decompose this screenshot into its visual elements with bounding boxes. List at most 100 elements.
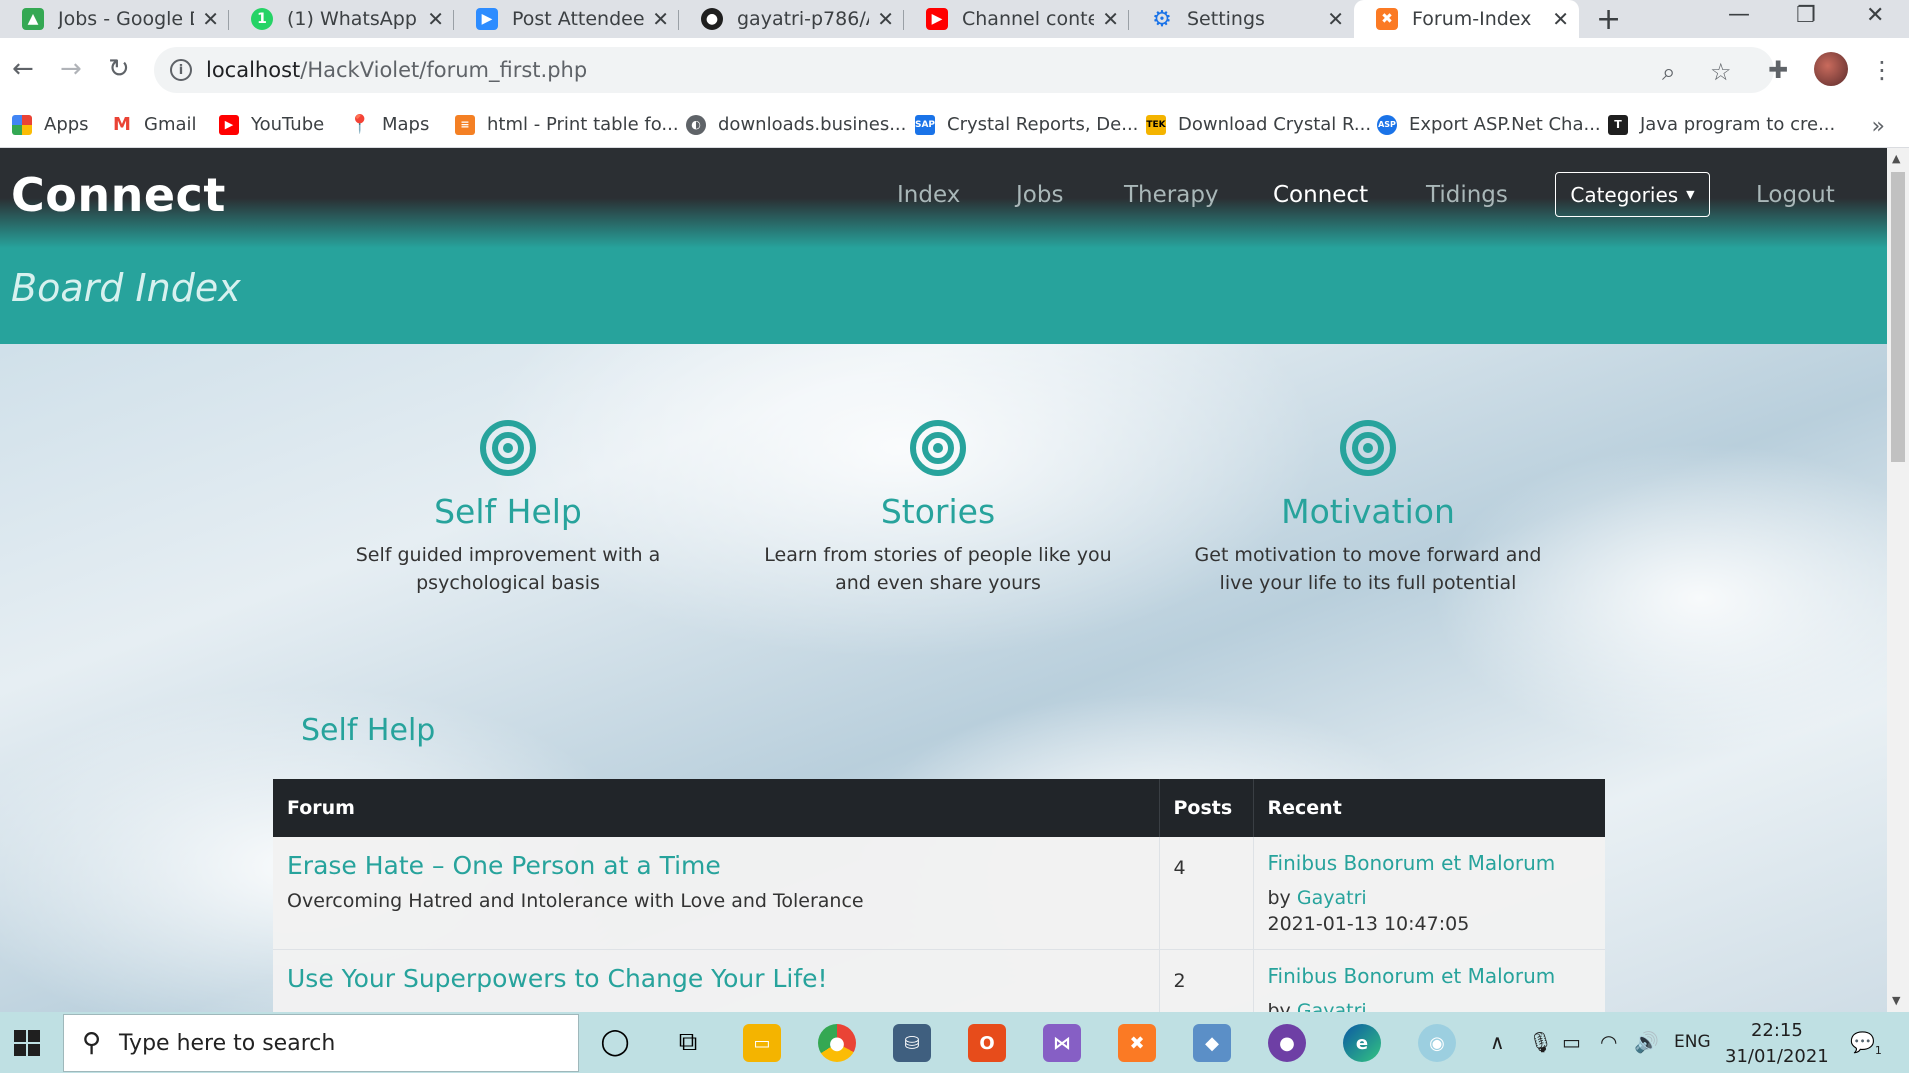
page-scrollbar[interactable]: ▲ ▼ (1887, 148, 1909, 1012)
new-tab-button[interactable]: + (1596, 2, 1621, 37)
recent-author-link[interactable]: Gayatri (1297, 1000, 1367, 1012)
taskbar-search-box[interactable]: ⚲ Type here to search (63, 1014, 579, 1072)
microphone-icon[interactable]: 🎙 (1528, 1030, 1553, 1054)
github-icon: ● (701, 8, 723, 30)
recent-post-link[interactable]: Finibus Bonorum et Malorum (1268, 851, 1592, 875)
bookmark-export-aspnet[interactable]: ASP Export ASP.Net Cha... (1377, 114, 1601, 135)
stackoverflow-icon: ≡ (455, 114, 475, 135)
nav-logout[interactable]: Logout (1756, 182, 1835, 208)
nav-jobs[interactable]: Jobs (1016, 182, 1063, 208)
show-hidden-icons-icon[interactable]: ∧ (1490, 1030, 1505, 1054)
tab-settings[interactable]: ⚙ Settings ✕ (1129, 0, 1354, 38)
back-arrow-icon[interactable]: ← (12, 54, 34, 84)
forum-title-link[interactable]: Use Your Superpowers to Change Your Life… (287, 964, 1145, 993)
reload-icon[interactable]: ↻ (108, 54, 130, 84)
close-icon[interactable]: ✕ (427, 7, 444, 31)
close-window-icon[interactable]: ✕ (1866, 3, 1884, 28)
bookmark-downloads-business[interactable]: ◐ downloads.busines... (686, 114, 906, 135)
close-icon[interactable]: ✕ (1102, 7, 1119, 31)
post-count: 2 (1173, 970, 1186, 992)
cortana-app-icon[interactable]: ◉ (1418, 1024, 1456, 1062)
recent-post-link[interactable]: Finibus Bonorum et Malorum (1268, 964, 1592, 988)
maps-icon: 📍 (348, 114, 372, 135)
tab-github[interactable]: ● gayatri-p786/As ✕ (679, 0, 904, 38)
nav-tidings[interactable]: Tidings (1426, 182, 1508, 208)
tab-whatsapp[interactable]: 1 (1) WhatsApp ✕ (229, 0, 454, 38)
bookmark-download-crystal[interactable]: TEK Download Crystal R... (1146, 114, 1371, 135)
tab-forum-index[interactable]: ✖ Forum-Index ✕ (1354, 0, 1579, 38)
volume-icon[interactable]: 🔊 (1634, 1030, 1659, 1054)
table-row: Use Your Superpowers to Change Your Life… (273, 949, 1605, 1012)
feature-self-help: Self Help Self guided improvement with a… (318, 420, 698, 597)
tab-post-attendee[interactable]: ▶ Post Attendee - ✕ (454, 0, 679, 38)
file-explorer-icon[interactable]: ▭ (743, 1024, 781, 1062)
info-icon[interactable]: i (170, 59, 192, 81)
mysql-workbench-icon[interactable]: ⛁ (893, 1024, 931, 1062)
visual-studio-icon[interactable]: ⋈ (1043, 1024, 1081, 1062)
windows-start-icon[interactable] (14, 1030, 40, 1056)
bookmark-label: Crystal Reports, De... (947, 114, 1139, 135)
close-icon[interactable]: ✕ (877, 7, 894, 31)
close-icon[interactable]: ✕ (1327, 7, 1344, 31)
recent-author-link[interactable]: Gayatri (1297, 887, 1367, 909)
section-title: Self Help (301, 713, 436, 748)
scroll-down-arrow-icon[interactable]: ▼ (1892, 994, 1900, 1007)
edge-icon[interactable]: e (1343, 1024, 1381, 1062)
bookmark-gmail[interactable]: M Gmail (112, 114, 196, 135)
forward-arrow-icon[interactable]: → (60, 54, 82, 84)
profile-avatar[interactable] (1814, 52, 1848, 86)
bookmark-crystal-reports[interactable]: SAP Crystal Reports, De... (915, 114, 1138, 135)
more-bookmarks-icon[interactable]: » (1872, 114, 1885, 139)
table-row: Erase Hate – One Person at a Time Overco… (273, 837, 1605, 950)
task-view-icon[interactable]: ⧉ (668, 1022, 708, 1062)
close-icon[interactable]: ✕ (652, 7, 669, 31)
github-desktop-icon[interactable]: ● (1268, 1024, 1306, 1062)
address-bar[interactable]: i localhost/HackViolet/forum_first.php (154, 47, 1774, 93)
office-icon[interactable]: O (968, 1024, 1006, 1062)
restore-icon[interactable]: ❐ (1796, 3, 1816, 28)
tab-channel-content[interactable]: ▶ Channel content ✕ (904, 0, 1129, 38)
xampp-icon: ✖ (1376, 8, 1398, 30)
url-path: /HackViolet/forum_first.php (300, 58, 588, 82)
bookmark-label: downloads.busines... (718, 114, 907, 135)
forum-description: Overcoming Hatred and Intolerance with L… (287, 890, 864, 912)
language-indicator[interactable]: ENG (1674, 1032, 1711, 1052)
bookmark-stackoverflow[interactable]: ≡ html - Print table fo... (455, 114, 679, 135)
site-brand[interactable]: Connect (11, 168, 226, 222)
virtualbox-icon[interactable]: ◆ (1193, 1024, 1231, 1062)
bookmark-youtube[interactable]: ▶ YouTube (219, 114, 324, 135)
scrollbar-thumb[interactable] (1891, 172, 1905, 462)
wifi-icon[interactable]: ◠ (1600, 1030, 1617, 1054)
notification-icon[interactable]: 💬1 (1850, 1030, 1882, 1057)
star-icon[interactable]: ☆ (1710, 58, 1732, 86)
bookmark-apps[interactable]: Apps (12, 114, 89, 135)
gear-icon: ⚙ (1152, 6, 1172, 32)
categories-dropdown-button[interactable]: Categories ▼ (1555, 172, 1710, 217)
bookmark-maps[interactable]: 📍 Maps (348, 114, 430, 135)
windows-taskbar: ⚲ Type here to search ◯ ⧉ ▭ ● ⛁ O ⋈ ✖ ◆ … (0, 1012, 1909, 1073)
chrome-icon[interactable]: ● (818, 1024, 856, 1062)
tab-title: gayatri-p786/As (737, 8, 869, 30)
nav-therapy[interactable]: Therapy (1124, 182, 1219, 208)
zoom-icon[interactable]: ⌕ (1662, 58, 1675, 86)
browser-tab-strip: ▲ Jobs - Google D ✕ 1 (1) WhatsApp ✕ ▶ P… (0, 0, 1909, 38)
bookmark-java-program[interactable]: T Java program to cre... (1608, 114, 1835, 135)
battery-icon[interactable]: ▭ (1562, 1030, 1581, 1054)
system-clock[interactable]: 22:15 31/01/2021 (1725, 1018, 1829, 1070)
tab-title: Forum-Index (1412, 8, 1532, 30)
cortana-icon[interactable]: ◯ (595, 1022, 635, 1062)
scroll-up-arrow-icon[interactable]: ▲ (1892, 152, 1900, 165)
forum-title-link[interactable]: Erase Hate – One Person at a Time (287, 851, 1145, 880)
nav-index[interactable]: Index (897, 182, 960, 208)
tab-jobs-google-drive[interactable]: ▲ Jobs - Google D ✕ (0, 0, 229, 38)
categories-label: Categories (1570, 182, 1679, 207)
bookmarks-bar: Apps M Gmail ▶ YouTube 📍 Maps ≡ html - P… (0, 106, 1909, 148)
extensions-puzzle-icon[interactable]: ✚ (1768, 56, 1788, 84)
xampp-icon[interactable]: ✖ (1118, 1024, 1156, 1062)
close-icon[interactable]: ✕ (1552, 7, 1569, 31)
minimize-icon[interactable]: — (1728, 2, 1750, 27)
close-icon[interactable]: ✕ (202, 7, 219, 31)
nav-connect[interactable]: Connect (1273, 182, 1368, 208)
tab-title: Settings (1187, 8, 1265, 30)
more-menu-icon[interactable]: ⋮ (1870, 56, 1894, 84)
